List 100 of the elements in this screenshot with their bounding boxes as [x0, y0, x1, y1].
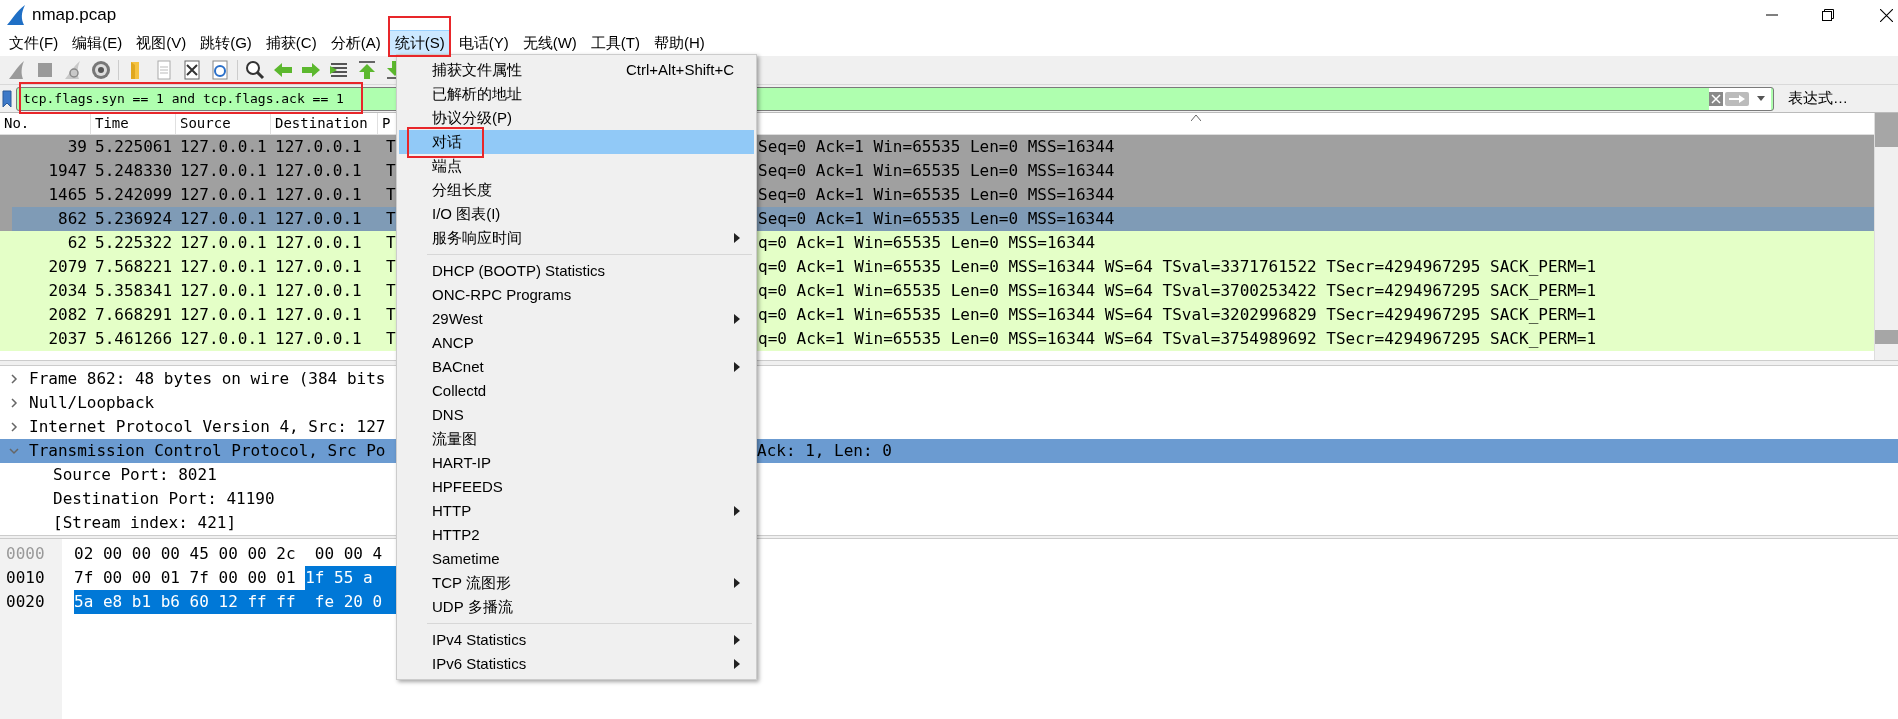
restore-icon[interactable]: [1822, 9, 1834, 21]
table-cell-text: T: [385, 256, 397, 278]
table-cell-text: q=0 Ack=1 Win=65535 Len=0 MSS=16344 WS=64 TSval=3371761522 TSecr=4294967295 SACK_PERM=1: [757, 256, 1597, 278]
menu-item[interactable]: IPv6 Statistics: [399, 652, 754, 676]
close-file-icon[interactable]: [181, 59, 203, 81]
offset-text: 0000: [5, 543, 46, 565]
menu-bar-item[interactable]: 统计(S): [388, 30, 451, 56]
table-cell-text: 5.236924: [94, 208, 174, 230]
table-cell-text: 39: [66, 136, 88, 158]
chevron-right-icon[interactable]: [9, 374, 19, 384]
search-icon[interactable]: [244, 59, 266, 81]
column-header[interactable]: Source: [176, 113, 271, 134]
table-cell-text: 5.242099: [94, 184, 174, 206]
table-cell-text: 5.248330: [94, 160, 174, 182]
chevron-right-icon[interactable]: [9, 398, 19, 408]
table-cell-text: 127.0.0.1: [274, 280, 363, 302]
table-cell-text: 127.0.0.1: [274, 160, 363, 182]
menu-item[interactable]: HTTP2: [399, 523, 754, 547]
table-cell-text: 127.0.0.1: [179, 304, 268, 326]
tree-row-tail: Ack: 1, Len: 0: [757, 440, 892, 462]
table-cell-text: 7.568221: [94, 256, 174, 278]
menu-item[interactable]: HPFEEDS: [399, 475, 754, 499]
expression-button[interactable]: 表达式…: [1778, 86, 1858, 111]
menu-bar-item[interactable]: 无线(W): [516, 30, 583, 56]
table-cell-text: 127.0.0.1: [179, 256, 268, 278]
table-cell-text: 127.0.0.1: [179, 160, 268, 182]
table-cell-text: 1947: [47, 160, 88, 182]
table-cell-text: 127.0.0.1: [179, 136, 268, 158]
table-cell-text: Seq=0 Ack=1 Win=65535 Len=0 MSS=16344: [757, 184, 1115, 206]
table-cell-text: 127.0.0.1: [179, 184, 268, 206]
menu-bar-item[interactable]: 分析(A): [324, 30, 387, 56]
table-cell-text: 127.0.0.1: [274, 304, 363, 326]
menu-item[interactable]: IPv4 Statistics: [399, 628, 754, 652]
chevron-right-icon[interactable]: [9, 422, 19, 432]
table-cell-text: 862: [57, 208, 88, 230]
table-cell-text: 2037: [47, 328, 88, 350]
table-cell-text: 62: [66, 232, 88, 254]
gear-icon[interactable]: [90, 59, 112, 81]
column-header[interactable]: Time: [91, 113, 176, 134]
column-header[interactable]: Destination: [271, 113, 378, 134]
tree-row[interactable]: Frame 862: 48 bytes on wire (384 bits: [0, 367, 390, 391]
table-cell-text: T: [385, 304, 397, 326]
table-cell-text: q=0 Ack=1 Win=65535 Len=0 MSS=16344 WS=64 TSval=3202996829 TSecr=4294967295 SACK_PERM=1: [757, 304, 1597, 326]
menu-bar-item[interactable]: 工具(T): [584, 30, 646, 56]
hex-bytes: 7f 00 00 01 7f 00 00 01: [74, 567, 297, 589]
offset-text: 0010: [5, 567, 46, 589]
tree-row[interactable]: Internet Protocol Version 4, Src: 127: [0, 415, 390, 439]
dropdown-caret-icon[interactable]: [1757, 96, 1765, 101]
scrollbar-thumb[interactable]: [1875, 113, 1898, 147]
menu-item[interactable]: DNS: [399, 403, 754, 427]
sort-caret-icon[interactable]: [1191, 115, 1201, 121]
table-cell-text: Seq=0 Ack=1 Win=65535 Len=0 MSS=16344: [757, 160, 1115, 182]
table-cell-text: 127.0.0.1: [179, 280, 268, 302]
menu-bar-item[interactable]: 捕获(C): [259, 30, 323, 56]
scrollbar[interactable]: [1874, 113, 1898, 360]
table-cell-text: 5.461266: [94, 328, 174, 350]
table-cell-text: T: [385, 232, 397, 254]
table-cell-text: 1465: [47, 184, 88, 206]
table-cell-text: 127.0.0.1: [179, 232, 268, 254]
up-arrow-icon[interactable]: [356, 59, 378, 81]
hex-bytes: 02 00 00 00 45 00 00 2c 00 00 4: [74, 543, 383, 565]
menu-item[interactable]: HTTP: [399, 499, 754, 523]
menu-bar-item[interactable]: 视图(V): [130, 30, 193, 56]
menu-bar-item[interactable]: 编辑(E): [66, 30, 129, 56]
menu-item[interactable]: 捕获文件属性 Ctrl+Alt+Shift+C: [399, 58, 754, 82]
table-cell-text: q=0 Ack=1 Win=65535 Len=0 MSS=16344 WS=64 TSval=3754989692 TSecr=4294967295 SACK_PERM=1: [757, 328, 1597, 350]
menu-item[interactable]: BACnet: [399, 355, 754, 379]
bookmark-icon[interactable]: [2, 89, 12, 108]
reload-icon[interactable]: [209, 59, 231, 81]
tree-row[interactable]: Null/Loopback: [0, 391, 159, 415]
table-cell-text: Seq=0 Ack=1 Win=65535 Len=0 MSS=16344: [757, 136, 1115, 158]
table-cell-text: 127.0.0.1: [179, 208, 268, 230]
table-cell-text: 127.0.0.1: [179, 328, 268, 350]
table-cell-text: 127.0.0.1: [274, 232, 363, 254]
menu-item[interactable]: Collectd: [399, 379, 754, 403]
table-cell-text: 2034: [47, 280, 88, 302]
table-cell-text: T: [385, 184, 397, 206]
table-cell-text: Seq=0 Ack=1 Win=65535 Len=0 MSS=16344: [757, 208, 1115, 230]
column-header[interactable]: No.: [0, 113, 91, 134]
table-cell-text: 2079: [47, 256, 88, 278]
table-cell-text: 5.225061: [94, 136, 174, 158]
table-cell-text: T: [385, 208, 397, 230]
table-cell-text: 127.0.0.1: [274, 328, 363, 350]
offset-text: 0020: [5, 591, 46, 613]
table-cell-text: 5.358341: [94, 280, 174, 302]
shark-fin-icon: [5, 4, 27, 26]
close-icon[interactable]: [1880, 8, 1893, 22]
scrollbar-thumb[interactable]: [1875, 330, 1898, 344]
menu-bar-item[interactable]: 跳转(G): [194, 30, 258, 56]
clear-icon[interactable]: [1709, 91, 1723, 106]
menu-bar-item[interactable]: 电话(Y): [452, 30, 515, 56]
table-cell-text: T: [385, 280, 397, 302]
menu-item[interactable]: 对话: [399, 130, 754, 154]
table-cell-text: q=0 Ack=1 Win=65535 Len=0 MSS=16344: [757, 232, 1096, 254]
menu-bar-item[interactable]: 文件(F): [3, 30, 65, 56]
table-cell-text: 127.0.0.1: [274, 208, 363, 230]
table-cell-text: T: [385, 136, 397, 158]
table-cell-text: 127.0.0.1: [274, 256, 363, 278]
menu-bar-item[interactable]: 帮助(H): [647, 30, 711, 56]
table-cell-text: T: [385, 160, 397, 182]
